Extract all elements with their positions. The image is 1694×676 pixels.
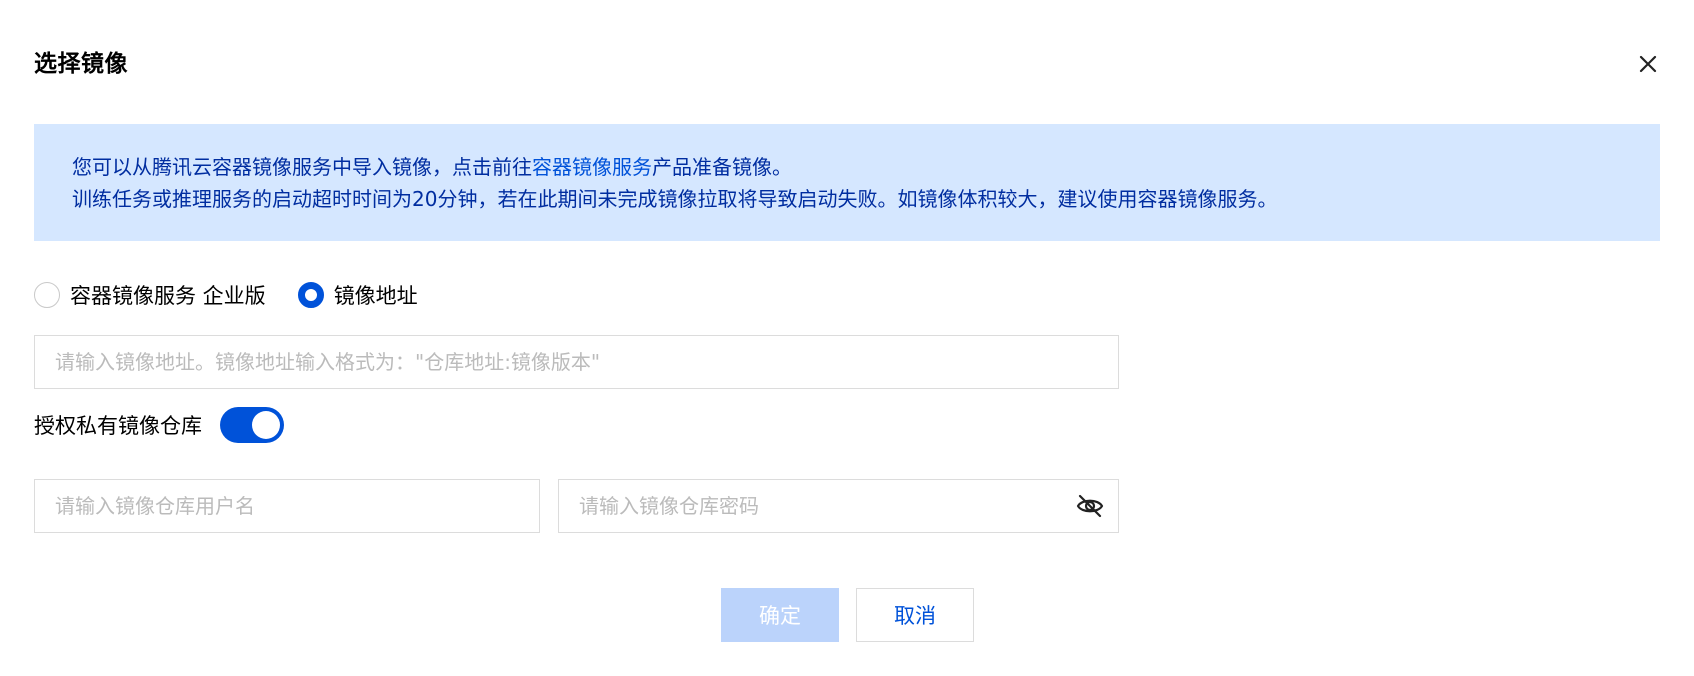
radio-label: 容器镜像服务 企业版: [70, 284, 266, 308]
image-address-input[interactable]: [34, 335, 1119, 389]
image-source-radio-group: 容器镜像服务 企业版 镜像地址: [34, 278, 450, 312]
close-icon[interactable]: [1635, 51, 1661, 77]
cancel-button[interactable]: 取消: [856, 588, 974, 642]
toggle-knob: [252, 411, 280, 439]
radio-option-image-address[interactable]: 镜像地址: [297, 280, 418, 310]
eye-off-icon[interactable]: [1075, 492, 1105, 520]
registry-password-field: [558, 479, 1119, 533]
private-registry-row: 授权私有镜像仓库: [34, 406, 284, 444]
radio-option-enterprise-registry[interactable]: 容器镜像服务 企业版: [34, 280, 266, 310]
info-notice: 您可以从腾讯云容器镜像服务中导入镜像，点击前往容器镜像服务产品准备镜像。 训练任…: [34, 124, 1660, 241]
select-image-dialog: 选择镜像 您可以从腾讯云容器镜像服务中导入镜像，点击前往容器镜像服务产品准备镜像…: [0, 0, 1694, 676]
radio-label: 镜像地址: [333, 284, 418, 308]
radio-circle-unchecked[interactable]: [34, 282, 60, 308]
confirm-button[interactable]: 确定: [721, 588, 839, 642]
notice-line-1: 您可以从腾讯云容器镜像服务中导入镜像，点击前往容器镜像服务产品准备镜像。: [72, 151, 1622, 183]
registry-username-input[interactable]: [34, 479, 540, 533]
dialog-title: 选择镜像: [34, 51, 128, 77]
container-registry-link[interactable]: 容器镜像服务: [532, 155, 652, 179]
notice-line-2: 训练任务或推理服务的启动超时时间为20分钟，若在此期间未完成镜像拉取将导致启动失…: [72, 187, 1278, 211]
radio-circle-checked[interactable]: [297, 282, 324, 308]
notice-text-before-link: 您可以从腾讯云容器镜像服务中导入镜像，点击前往: [72, 155, 532, 179]
private-registry-toggle[interactable]: [220, 407, 284, 443]
notice-text-after-link: 产品准备镜像。: [652, 155, 792, 179]
private-registry-label: 授权私有镜像仓库: [34, 414, 202, 438]
registry-password-input[interactable]: [558, 479, 1119, 533]
